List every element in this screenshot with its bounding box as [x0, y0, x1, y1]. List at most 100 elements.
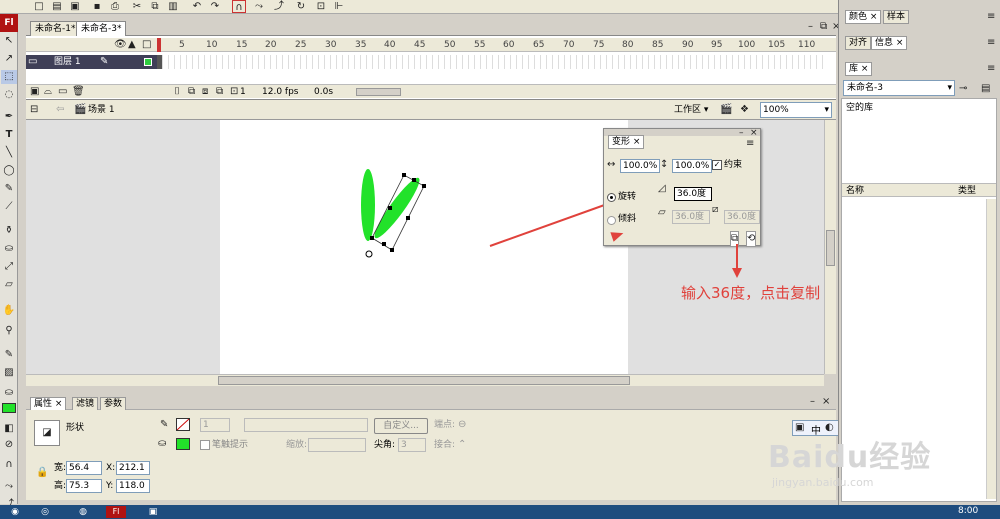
- onion-markers-icon[interactable]: ⊡: [230, 85, 238, 99]
- scroll-thumb[interactable]: [218, 376, 630, 385]
- eye-icon[interactable]: 👁: [114, 38, 127, 52]
- stroke-color-icon[interactable]: ✎: [1, 348, 17, 362]
- vertical-scrollbar[interactable]: [824, 120, 836, 374]
- rotate-field[interactable]: 36.0度: [674, 187, 712, 201]
- rotate-radio[interactable]: [607, 193, 616, 202]
- delete-layer-icon[interactable]: 🗑: [72, 85, 85, 99]
- smooth-icon[interactable]: ⤳: [252, 0, 266, 13]
- transform-handle[interactable]: [370, 236, 374, 240]
- start-icon[interactable]: ◉: [2, 505, 28, 519]
- redo-icon[interactable]: ↷: [208, 0, 222, 13]
- no-color-icon[interactable]: ⊘: [1, 438, 17, 452]
- edit-scene-icon[interactable]: 🎬: [720, 103, 732, 117]
- tab-parameters[interactable]: 参数: [100, 397, 127, 410]
- tab-library[interactable]: 库 ×: [845, 62, 873, 76]
- stroke-width-field[interactable]: 1: [200, 418, 230, 432]
- cut-icon[interactable]: ✂: [130, 0, 144, 13]
- keyframe[interactable]: [157, 55, 162, 69]
- brush-tool-icon[interactable]: ⟋: [1, 200, 17, 214]
- save-icon[interactable]: ▪: [90, 0, 104, 13]
- collapse-icon[interactable]: –: [810, 395, 815, 409]
- stroke-color-swatch[interactable]: [176, 418, 190, 431]
- width-percent-field[interactable]: 100.0%: [620, 159, 660, 173]
- chrome-icon[interactable]: ◍: [72, 505, 94, 519]
- fill-color-icon[interactable]: ⛀: [1, 386, 17, 400]
- reset-transform-icon[interactable]: ⟲: [746, 231, 757, 247]
- panel-menu-icon[interactable]: ≡: [746, 137, 754, 151]
- rotated-petal-shape[interactable]: [370, 174, 425, 242]
- hand-tool-icon[interactable]: ✋: [1, 304, 17, 318]
- constrain-lock-icon[interactable]: 🔒: [36, 466, 48, 480]
- timeline-scrollbar[interactable]: [356, 88, 401, 96]
- name-column-header[interactable]: 名称: [846, 184, 864, 198]
- constrain-checkbox[interactable]: ✓: [712, 160, 722, 170]
- taskbar-app-icon[interactable]: ▣: [142, 505, 164, 519]
- back-arrow-icon[interactable]: ⇦: [56, 103, 64, 117]
- zoom-tool-icon[interactable]: ⚲: [1, 324, 17, 338]
- panel-menu-icon[interactable]: ≡: [987, 62, 995, 76]
- minimize-icon[interactable]: –: [808, 20, 813, 34]
- panel-menu-icon[interactable]: ≡: [987, 10, 995, 24]
- undo-icon[interactable]: ↶: [190, 0, 204, 13]
- transform-handle[interactable]: [406, 216, 410, 220]
- add-folder-icon[interactable]: ▭: [58, 85, 67, 99]
- library-doc-select[interactable]: 未命名-3 ▾: [843, 80, 955, 96]
- cap-style-icon[interactable]: ⊖: [458, 418, 466, 432]
- tab-properties[interactable]: 属性 ×: [30, 397, 67, 410]
- eraser-icon[interactable]: ▱: [1, 278, 17, 292]
- layer-row[interactable]: ▭ 图层 1 ✎: [26, 55, 157, 69]
- miter-field[interactable]: 3: [398, 438, 426, 452]
- straighten-icon[interactable]: ⤴: [272, 0, 286, 13]
- fill-color-swatch[interactable]: [176, 438, 190, 450]
- playhead[interactable]: [157, 38, 161, 52]
- selection-tool-icon[interactable]: ↖: [1, 34, 17, 48]
- rotate-icon[interactable]: ↻: [294, 0, 308, 13]
- transform-handle[interactable]: [402, 173, 406, 177]
- restore-icon[interactable]: ⧉: [820, 20, 827, 34]
- skew-vertical-field[interactable]: 36.0度: [724, 210, 760, 224]
- snap-magnet-icon[interactable]: ∩: [1, 458, 17, 472]
- onion-outline-icon[interactable]: ⧈: [202, 85, 208, 99]
- taskbar-flash-app[interactable]: Fl: [106, 506, 126, 518]
- tab-info[interactable]: 信息 ×: [871, 36, 908, 50]
- line-tool-icon[interactable]: ╲: [1, 146, 17, 160]
- y-field[interactable]: 118.0: [116, 479, 150, 493]
- oval-tool-icon[interactable]: ◯: [1, 164, 17, 178]
- tab-transform[interactable]: 变形 ×: [608, 135, 645, 149]
- black-white-icon[interactable]: ◧: [1, 422, 17, 436]
- stage[interactable]: [220, 120, 628, 374]
- scale-select[interactable]: [308, 438, 366, 452]
- skew-radio[interactable]: [607, 216, 616, 225]
- pen-tool-icon[interactable]: ✒: [1, 110, 17, 124]
- tab-doc-1[interactable]: 未命名-1*: [30, 21, 81, 36]
- new-library-icon[interactable]: ▤: [981, 82, 990, 96]
- stroke-style-select[interactable]: [244, 418, 368, 432]
- panel-menu-icon[interactable]: ≡: [987, 36, 995, 50]
- ink-bottle-icon[interactable]: ⚱: [1, 224, 17, 238]
- scroll-thumb[interactable]: [826, 230, 835, 266]
- pin-icon[interactable]: ⊸: [959, 82, 967, 96]
- save-icon[interactable]: ▣: [68, 0, 82, 13]
- stroke-swatch-icon[interactable]: ▨: [1, 366, 17, 380]
- edit-multiple-icon[interactable]: ⧉: [216, 85, 223, 99]
- scale-icon[interactable]: ⊡: [314, 0, 328, 13]
- browser-icon[interactable]: ◎: [34, 505, 56, 519]
- free-transform-tool-icon[interactable]: ⬚: [1, 70, 17, 84]
- paint-bucket-icon[interactable]: ⛀: [1, 242, 17, 256]
- custom-stroke-button[interactable]: 自定义...: [374, 418, 428, 434]
- open-icon[interactable]: ▤: [50, 0, 64, 13]
- tab-color[interactable]: 颜色 ×: [845, 10, 882, 24]
- timeline-ruler[interactable]: 👁 ▲ □ 5 10 15 20 25 30 35 40 45 50 55 60…: [26, 38, 836, 52]
- transform-handle[interactable]: [388, 206, 392, 210]
- paste-icon[interactable]: ▥: [166, 0, 180, 13]
- tab-swatches[interactable]: 样本: [883, 10, 910, 24]
- x-field[interactable]: 212.1: [116, 461, 150, 475]
- skew-horizontal-field[interactable]: 36.0度: [672, 210, 710, 224]
- type-column-header[interactable]: 类型: [958, 184, 976, 198]
- add-guide-icon[interactable]: ⌓: [44, 85, 52, 99]
- height-field[interactable]: 75.3: [66, 479, 102, 493]
- width-field[interactable]: 56.4: [66, 461, 102, 475]
- snap-icon[interactable]: ∩: [232, 0, 246, 13]
- registration-point[interactable]: [365, 250, 373, 258]
- transform-handle[interactable]: [412, 178, 416, 182]
